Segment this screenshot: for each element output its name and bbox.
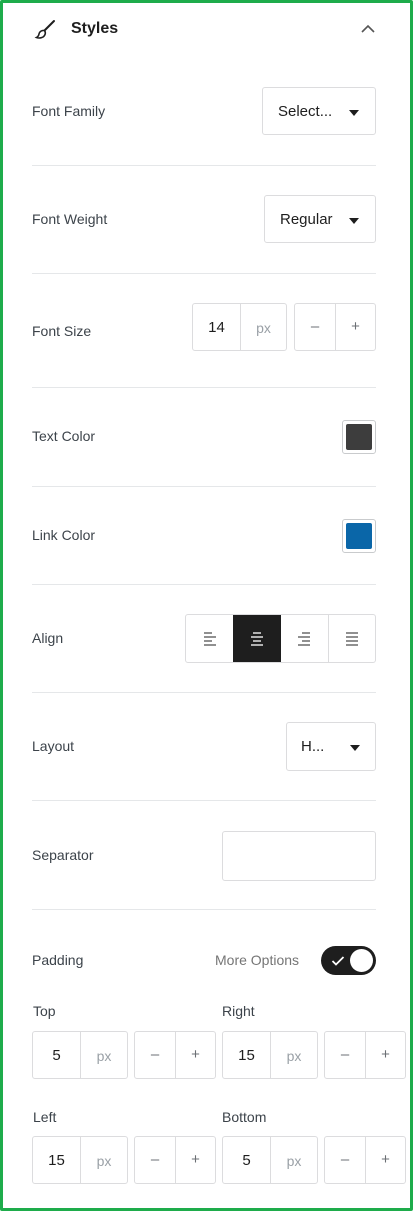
padding-top-stepper: – + <box>134 1031 216 1079</box>
decrement-button[interactable]: – <box>325 1151 365 1168</box>
align-center-button[interactable] <box>233 615 281 662</box>
padding-right-stepper: – + <box>324 1031 406 1079</box>
padding-label: Padding <box>32 952 84 968</box>
font-weight-value: Regular <box>280 211 333 228</box>
align-justify-icon <box>346 632 358 646</box>
align-left-icon <box>204 632 216 646</box>
divider <box>32 800 376 801</box>
padding-left-unit: px <box>96 1153 112 1169</box>
padding-right-unit: px <box>286 1048 302 1064</box>
increment-button[interactable]: + <box>336 318 375 335</box>
text-color-fill <box>346 424 372 450</box>
align-button-group <box>185 614 376 663</box>
padding-bottom-unit: px <box>286 1153 302 1169</box>
font-family-label: Font Family <box>32 103 106 119</box>
checkmark-icon <box>331 956 345 966</box>
divider <box>32 387 376 388</box>
padding-bottom-stepper: – + <box>324 1136 406 1184</box>
chevron-down-icon <box>349 218 359 224</box>
padding-left-input[interactable]: 15 px <box>32 1136 128 1184</box>
decrement-button[interactable]: – <box>325 1046 365 1063</box>
font-size-input[interactable]: 14 px <box>192 303 287 351</box>
padding-top-unit: px <box>96 1048 112 1064</box>
text-color-swatch[interactable] <box>342 420 376 454</box>
align-left-button[interactable] <box>186 615 233 662</box>
divider <box>32 909 376 910</box>
increment-button[interactable]: + <box>366 1151 405 1168</box>
increment-button[interactable]: + <box>176 1046 215 1063</box>
divider <box>32 486 376 487</box>
align-right-button[interactable] <box>281 615 329 662</box>
panel-title: Styles <box>71 20 119 37</box>
decrement-button[interactable]: – <box>295 318 335 335</box>
padding-bottom-input[interactable]: 5 px <box>222 1136 318 1184</box>
layout-select[interactable]: H... <box>286 722 376 771</box>
increment-button[interactable]: + <box>176 1151 215 1168</box>
decrement-button[interactable]: – <box>135 1046 175 1063</box>
font-size-unit: px <box>256 320 271 336</box>
link-color-swatch[interactable] <box>342 519 376 553</box>
text-color-label: Text Color <box>32 428 96 444</box>
padding-right-input[interactable]: 15 px <box>222 1031 318 1079</box>
padding-top-value: 5 <box>52 1047 61 1064</box>
more-options-label: More Options <box>215 952 300 968</box>
align-center-icon <box>251 632 263 646</box>
more-options-toggle[interactable] <box>321 946 376 975</box>
align-right-icon <box>298 632 310 646</box>
font-weight-select[interactable]: Regular <box>264 195 376 243</box>
padding-right-label: Right <box>222 1003 255 1019</box>
separator-label: Separator <box>32 847 94 863</box>
chevron-down-icon <box>350 745 360 751</box>
brush-icon <box>34 18 58 42</box>
font-size-label: Font Size <box>32 323 92 339</box>
link-color-label: Link Color <box>32 527 96 543</box>
font-weight-label: Font Weight <box>32 211 108 227</box>
padding-top-input[interactable]: 5 px <box>32 1031 128 1079</box>
divider <box>32 584 376 585</box>
layout-label: Layout <box>32 738 75 754</box>
padding-left-label: Left <box>33 1109 57 1125</box>
increment-button[interactable]: + <box>366 1046 405 1063</box>
font-size-stepper: – + <box>294 303 376 351</box>
padding-right-value: 15 <box>238 1047 255 1064</box>
layout-value: H... <box>301 738 325 755</box>
styles-panel-frame <box>0 0 413 1211</box>
font-size-value: 14 <box>208 319 225 336</box>
padding-left-value: 15 <box>48 1152 65 1169</box>
toggle-knob <box>350 949 373 972</box>
divider <box>32 165 376 166</box>
padding-bottom-label: Bottom <box>222 1109 267 1125</box>
font-family-select[interactable]: Select... <box>262 87 376 135</box>
separator-input[interactable] <box>222 831 376 881</box>
link-color-fill <box>346 523 372 549</box>
font-family-value: Select... <box>278 103 333 120</box>
collapse-chevron-icon[interactable] <box>360 22 376 36</box>
divider <box>32 273 376 274</box>
padding-bottom-value: 5 <box>242 1152 251 1169</box>
divider <box>32 692 376 693</box>
align-justify-button[interactable] <box>329 615 375 662</box>
decrement-button[interactable]: – <box>135 1151 175 1168</box>
chevron-down-icon <box>349 110 359 116</box>
align-label: Align <box>32 630 64 646</box>
padding-top-label: Top <box>33 1003 56 1019</box>
padding-left-stepper: – + <box>134 1136 216 1184</box>
